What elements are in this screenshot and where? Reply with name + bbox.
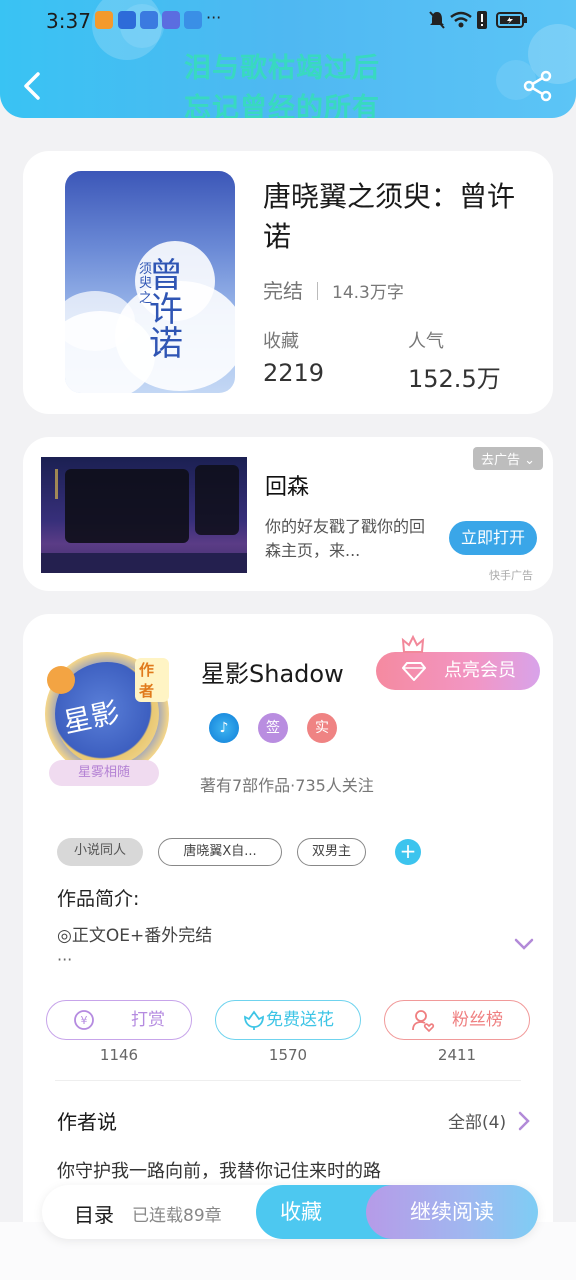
flower-icon	[244, 1010, 264, 1030]
book-meta: 完结 14.3万字	[263, 275, 404, 304]
fan-ranking-label: 粉丝榜	[452, 1010, 503, 1030]
author-says-all[interactable]: 全部(4)	[448, 1108, 506, 1133]
ad-source: 快手广告	[489, 569, 533, 582]
fan-ranking-button[interactable]: 粉丝榜	[384, 1000, 530, 1040]
banner-line-2: 忘记曾经的所有	[184, 93, 380, 118]
flower-count: 1570	[268, 1046, 308, 1064]
share-button[interactable]	[522, 70, 554, 102]
tag-bl[interactable]: 双男主	[297, 838, 366, 866]
book-title: 唐晓翼之须臾：曾许诺	[263, 180, 516, 253]
author-name[interactable]: 星影Shadow	[201, 654, 344, 689]
bottom-action-bar: 目录 已连载89章 收藏 继续阅读	[42, 1185, 538, 1239]
chevron-down-icon: ⌄	[524, 453, 535, 468]
tip-button[interactable]: ¥ 打赏	[46, 1000, 192, 1040]
search-app-icon	[184, 11, 202, 29]
meta-divider	[317, 282, 318, 300]
author-stats: 著有7部作品·735人关注	[200, 776, 374, 795]
status-time: 3:37	[46, 9, 91, 33]
cover-title: 曾许诺	[149, 256, 183, 364]
continue-reading-button[interactable]: 继续阅读	[366, 1185, 538, 1239]
ad-image[interactable]	[41, 457, 247, 573]
user-heart-icon	[412, 1010, 435, 1033]
tag-pairing[interactable]: 唐晓翼X自...	[158, 838, 282, 866]
mute-icon	[429, 11, 445, 29]
tip-count: 1146	[99, 1046, 139, 1064]
intro-ellipsis: ···	[57, 950, 73, 969]
intro-label: 作品简介:	[57, 888, 140, 910]
send-flower-button[interactable]: 免费送花	[215, 1000, 361, 1040]
crown-icon	[401, 634, 425, 653]
verified-badge[interactable]: 实	[307, 713, 337, 743]
banner-line-1: 泪与歌枯竭过后	[184, 53, 380, 84]
fan-count: 2411	[437, 1046, 477, 1064]
battery-icon	[496, 12, 527, 28]
paper-plane-app-icon	[140, 11, 158, 29]
favorites-label: 收藏	[263, 331, 299, 352]
divider	[55, 1080, 521, 1081]
book-cover[interactable]: 须臾之 曾许诺	[65, 171, 235, 393]
moon-icon	[47, 666, 75, 694]
avatar-tag: 星雾相随	[49, 760, 159, 786]
bulb-app-icon	[118, 11, 136, 29]
music-badge-icon[interactable]: ♪	[209, 713, 239, 743]
more-notifications-icon: ···	[206, 8, 222, 27]
remove-ad-label: 去广告	[480, 453, 520, 468]
author-says-text: 你守护我一路向前，我替你记住来时的路	[57, 1161, 381, 1182]
music-app-icon	[162, 11, 180, 29]
author-says-title: 作者说	[57, 1110, 117, 1134]
back-button[interactable]	[18, 66, 48, 106]
vip-button-label: 点亮会员	[444, 660, 516, 681]
header: 3:37 ··· 泪与歌枯竭过后 忘记曾经的所有	[0, 0, 576, 118]
popularity-count: 152.5万	[408, 365, 501, 393]
book-info-card: 须臾之 曾许诺 唐晓翼之须臾：曾许诺 完结 14.3万字 收藏 2219 人气 1…	[23, 151, 553, 414]
add-tag-button[interactable]: +	[395, 839, 421, 865]
alert-icon	[477, 11, 487, 29]
vip-button[interactable]: 点亮会员	[376, 634, 540, 690]
author-avatar[interactable]: 星影 作者	[45, 652, 169, 776]
ad-card[interactable]: 回森 你的好友戳了戳你的回森主页，来... 去广告 ⌄ 立即打开 快手广告	[23, 437, 553, 591]
intro-text: ◎正文OE+番外完结	[57, 926, 213, 946]
serial-status: 已连载89章	[132, 1206, 222, 1226]
favorites-count: 2219	[263, 359, 325, 387]
svg-text:¥: ¥	[81, 1014, 88, 1027]
flower-label: 免费送花	[266, 1010, 334, 1030]
wifi-icon	[450, 11, 472, 28]
diamond-icon	[402, 662, 426, 681]
toc-button[interactable]: 目录	[74, 1199, 114, 1228]
book-word-count: 14.3万字	[332, 283, 404, 303]
coin-icon: ¥	[74, 1010, 94, 1030]
author-card: 星影 作者 星雾相随 星影Shadow 点亮会员 ♪ 签 实 著有7部作品·73…	[23, 614, 553, 1280]
author-role-badge: 作者	[135, 658, 169, 702]
signed-badge[interactable]: 签	[258, 713, 288, 743]
popularity-label: 人气	[408, 331, 444, 352]
remove-ad-button[interactable]: 去广告 ⌄	[472, 447, 543, 470]
status-bar: 3:37 ···	[0, 0, 576, 42]
expand-chevron-icon[interactable]	[512, 936, 536, 952]
tag-fanfic[interactable]: 小说同人	[57, 838, 143, 866]
tip-label: 打赏	[131, 1010, 165, 1030]
chevron-right-icon[interactable]	[517, 1110, 531, 1132]
ad-open-button[interactable]: 立即打开	[449, 521, 537, 555]
video-app-icon	[95, 11, 113, 29]
ad-description: 你的好友戳了戳你的回森主页，来...	[265, 517, 426, 560]
ad-title: 回森	[265, 475, 310, 500]
book-status: 完结	[263, 279, 303, 303]
